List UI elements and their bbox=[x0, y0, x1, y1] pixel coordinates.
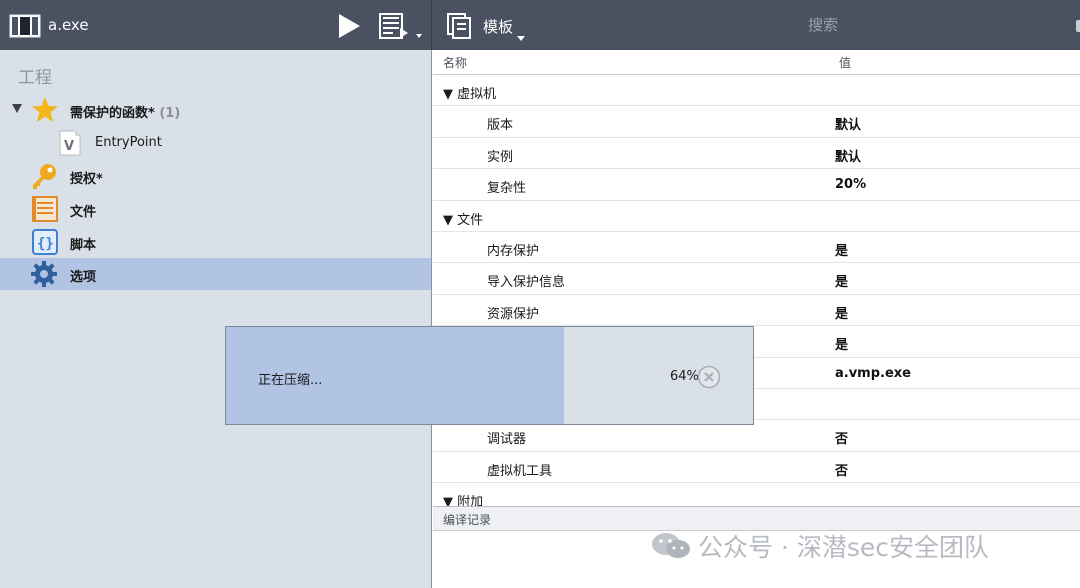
template-icon[interactable] bbox=[447, 13, 471, 39]
svg-text:V: V bbox=[64, 139, 74, 154]
property-grid: 名称 值 ▼ 虚拟机 版本 默认 实例 默认 复杂性 20% ▼ 文件 内存保护是导入保护信息是… bbox=[433, 50, 1080, 506]
watermark: 公众号 · 深潜sec安全团队 bbox=[650, 530, 989, 562]
tree-item-script[interactable]: {} 脚本 bbox=[0, 226, 431, 258]
tree-item-files[interactable]: 文件 bbox=[0, 193, 431, 225]
tree-item-entrypoint[interactable]: V EntryPoint bbox=[0, 127, 431, 159]
property-row[interactable]: 版本 默认 bbox=[433, 106, 1080, 138]
property-value[interactable]: 默认 bbox=[835, 114, 861, 133]
property-name: 版本 bbox=[487, 118, 514, 134]
property-category-row[interactable]: ▼ 附加 bbox=[433, 483, 1080, 506]
column-header-name[interactable]: 名称 bbox=[443, 54, 467, 71]
tree-item-label: 授权* bbox=[70, 172, 103, 187]
key-icon bbox=[33, 164, 56, 189]
property-row[interactable]: 内存保护 是 bbox=[433, 232, 1080, 264]
property-grid-header: 名称 值 bbox=[433, 50, 1080, 75]
search-input[interactable] bbox=[563, 11, 1080, 39]
tree-item-label: 选项 bbox=[70, 270, 97, 285]
wechat-icon bbox=[652, 533, 690, 558]
tree-item-options[interactable]: 选项 bbox=[0, 258, 431, 290]
gear-icon bbox=[31, 261, 57, 287]
property-name: 复杂性 bbox=[487, 181, 527, 197]
function-count-badge: (1) bbox=[159, 106, 181, 121]
category-label-text: 附加 bbox=[457, 495, 484, 506]
category-label: ▼ 附加 bbox=[443, 491, 483, 506]
property-value[interactable]: 默认 bbox=[835, 146, 861, 165]
property-name: 调试器 bbox=[487, 432, 527, 448]
compile-play-button[interactable] bbox=[336, 12, 362, 40]
property-value[interactable]: 否 bbox=[835, 428, 848, 447]
property-name: 导入保护信息 bbox=[487, 275, 566, 291]
property-value[interactable]: 是 bbox=[835, 271, 848, 290]
svg-text:{}: {} bbox=[37, 236, 54, 252]
column-header-value[interactable]: 值 bbox=[839, 54, 851, 71]
property-row[interactable]: 实例 默认 bbox=[433, 138, 1080, 170]
property-name: 资源保护 bbox=[487, 306, 540, 322]
property-row[interactable]: 虚拟机工具 否 bbox=[433, 452, 1080, 484]
tree-item-label: 脚本 bbox=[70, 238, 97, 253]
file-list-icon bbox=[32, 196, 58, 222]
app-window-icon[interactable] bbox=[9, 14, 41, 38]
property-value[interactable]: 否 bbox=[835, 460, 848, 479]
toolbar-template-section: 模板 bbox=[433, 0, 1080, 50]
function-v-icon: V bbox=[59, 130, 81, 156]
property-category-row[interactable]: ▼ 文件 bbox=[433, 201, 1080, 232]
progress-status-text: 正在压缩... bbox=[258, 373, 323, 388]
tree-item-license[interactable]: 授权* bbox=[0, 160, 431, 192]
property-name: 虚拟机工具 bbox=[487, 463, 553, 479]
script-menu-button[interactable] bbox=[378, 12, 426, 42]
template-menu-label[interactable]: 模板 bbox=[483, 16, 513, 37]
property-row[interactable]: 调试器 否 bbox=[433, 420, 1080, 452]
property-name: 实例 bbox=[487, 149, 514, 165]
toolbar-project-section: a.exe bbox=[0, 0, 432, 50]
tree-item-protected-functions[interactable]: 需保护的函数* (1) bbox=[0, 94, 431, 126]
property-value[interactable]: 是 bbox=[835, 303, 848, 322]
property-value[interactable]: 是 bbox=[835, 240, 848, 259]
progress-percent: 64% bbox=[670, 369, 699, 384]
category-label-text: 文件 bbox=[457, 212, 484, 228]
project-tree-pane: 工程 需保护的函数* (1) V EntryPoint 授权* 文件 {} 脚本… bbox=[0, 50, 432, 588]
star-icon bbox=[32, 97, 58, 122]
tree-item-label: EntryPoint bbox=[95, 135, 162, 150]
property-row[interactable]: 复杂性 20% bbox=[433, 169, 1080, 201]
collapse-arrow-icon[interactable]: ▼ bbox=[443, 495, 457, 506]
compile-log-title: 编译记录 bbox=[443, 513, 492, 527]
property-category-row[interactable]: ▼ 虚拟机 bbox=[433, 75, 1080, 107]
property-row[interactable]: 资源保护 是 bbox=[433, 295, 1080, 327]
template-dropdown-icon[interactable] bbox=[517, 36, 525, 41]
compression-progress-dialog: 正在压缩... 64% bbox=[225, 326, 754, 425]
watermark-text: 公众号 · 深潜sec安全团队 bbox=[698, 533, 989, 562]
project-section-title: 工程 bbox=[18, 68, 52, 88]
cancel-icon[interactable] bbox=[697, 365, 721, 389]
collapse-arrow-icon[interactable]: ▼ bbox=[443, 213, 457, 228]
tree-item-label: 需保护的函数* (1) bbox=[70, 106, 181, 121]
property-name: 内存保护 bbox=[487, 244, 540, 259]
app-title: a.exe bbox=[48, 16, 89, 34]
expand-arrow-icon[interactable] bbox=[12, 104, 22, 113]
property-row[interactable]: 导入保护信息 是 bbox=[433, 263, 1080, 295]
category-label-text: 虚拟机 bbox=[457, 87, 497, 102]
collapse-arrow-icon[interactable]: ▼ bbox=[443, 87, 457, 102]
search-icon[interactable] bbox=[1076, 20, 1080, 32]
property-value[interactable]: 是 bbox=[835, 334, 848, 353]
property-value[interactable]: 20% bbox=[835, 177, 866, 192]
category-label: ▼ 文件 bbox=[443, 209, 483, 228]
script-braces-icon: {} bbox=[32, 229, 58, 255]
toolbar: a.exe 模板 bbox=[0, 0, 1080, 50]
tree-item-label: 文件 bbox=[70, 205, 97, 220]
category-label: ▼ 虚拟机 bbox=[443, 83, 496, 102]
property-value[interactable]: a.vmp.exe bbox=[835, 366, 911, 381]
